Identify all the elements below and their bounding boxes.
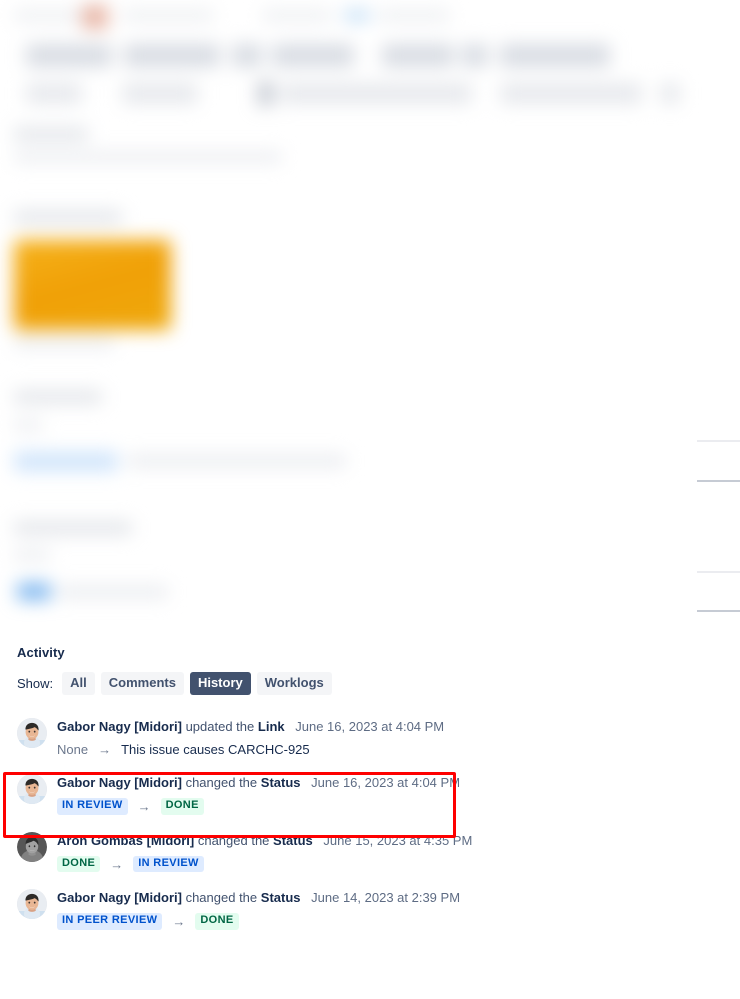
arrow-right-icon: → [137, 799, 151, 815]
history-entry-body: Gabor Nagy [Midori] changed the Status J… [57, 773, 460, 815]
activity-filter-bar: Show: All Comments History Worklogs [0, 672, 740, 696]
history-to-value: This issue causes CARCHC-925 [121, 742, 310, 758]
redacted-issue-header-region [0, 0, 740, 640]
history-field: Status [260, 890, 301, 906]
history-actor: Gabor Nagy [Midori] [57, 775, 182, 791]
breadcrumb-placeholder [344, 10, 370, 21]
history-entry-summary: Gabor Nagy [Midori] changed the Status J… [57, 774, 460, 791]
history-verb: changed the [185, 890, 258, 906]
history-entry-body: Aron Gombas [Midori] changed the Status … [57, 831, 472, 873]
history-list: Gabor Nagy [Midori] updated the Link Jun… [0, 709, 740, 938]
history-entry-highlighted[interactable]: Gabor Nagy [Midori] changed the Status J… [0, 765, 740, 823]
section-label-placeholder [14, 211, 122, 223]
body-text-placeholder [14, 550, 50, 560]
arrow-right-icon: → [110, 856, 124, 872]
history-entry-body: Gabor Nagy [Midori] updated the Link Jun… [57, 717, 444, 757]
history-timestamp: June 16, 2023 at 4:04 PM [295, 719, 445, 735]
toolbar-icon-placeholder [258, 81, 273, 106]
issue-title-placeholder [462, 44, 488, 67]
arrow-right-icon: → [98, 742, 112, 758]
history-field: Status [260, 775, 301, 791]
breadcrumb-placeholder [122, 10, 214, 21]
history-verb: changed the [185, 775, 258, 791]
history-entry-change: IN PEER REVIEW → DONE [57, 913, 460, 930]
history-entry-change: None → This issue causes CARCHC-925 [57, 742, 444, 757]
issue-details-side-panel [697, 420, 740, 630]
status-badge-to: IN REVIEW [133, 855, 204, 873]
section-label-placeholder [14, 522, 132, 534]
history-entry-summary: Gabor Nagy [Midori] updated the Link Jun… [57, 718, 444, 735]
section-label-placeholder [14, 391, 102, 403]
history-entry[interactable]: Gabor Nagy [Midori] changed the Status J… [0, 880, 740, 938]
history-field: Link [257, 719, 285, 735]
toolbar-button-placeholder [660, 83, 680, 104]
toolbar-button-placeholder [26, 83, 82, 104]
panel-divider [697, 571, 740, 573]
panel-divider [697, 440, 740, 442]
activity-heading: Activity [17, 645, 65, 660]
status-badge-from: IN PEER REVIEW [57, 913, 163, 930]
toolbar-field-placeholder [280, 83, 472, 104]
issue-key-link-placeholder [14, 452, 118, 471]
arrow-right-icon: → [172, 914, 186, 930]
status-badge-to: DONE [195, 913, 239, 930]
history-entry[interactable]: Gabor Nagy [Midori] updated the Link Jun… [0, 709, 740, 765]
history-entry-change: IN REVIEW → DONE [57, 798, 460, 815]
show-label: Show: [17, 676, 54, 692]
body-text-placeholder [14, 152, 282, 162]
avatar [17, 831, 47, 862]
section-label-placeholder [14, 128, 88, 140]
linked-issue-summary-placeholder [58, 586, 168, 598]
history-timestamp: June 16, 2023 at 4:04 PM [311, 775, 461, 791]
history-actor: Aron Gombas [Midori] [57, 832, 195, 848]
activity-filter-history[interactable]: History [189, 672, 251, 696]
issue-title-placeholder [382, 44, 454, 67]
panel-divider [697, 610, 740, 612]
issue-title-placeholder [272, 44, 354, 67]
history-from-value: None [57, 742, 89, 758]
activity-filter-all[interactable]: All [62, 672, 95, 696]
avatar [17, 774, 47, 805]
history-verb: updated the [185, 719, 255, 735]
breadcrumb-placeholder [262, 10, 332, 21]
history-entry[interactable]: Aron Gombas [Midori] changed the Status … [0, 823, 740, 881]
breadcrumb-placeholder [14, 10, 94, 21]
attachment-caption-placeholder [14, 338, 114, 348]
project-avatar-placeholder [82, 5, 108, 29]
history-actor: Gabor Nagy [Midori] [57, 719, 182, 735]
breadcrumb-placeholder [378, 10, 450, 21]
history-entry-summary: Aron Gombas [Midori] changed the Status … [57, 832, 472, 849]
history-timestamp: June 14, 2023 at 2:39 PM [311, 890, 461, 906]
history-timestamp: June 15, 2023 at 4:35 PM [323, 832, 473, 848]
history-entry-body: Gabor Nagy [Midori] changed the Status J… [57, 888, 460, 930]
history-entry-summary: Gabor Nagy [Midori] changed the Status J… [57, 889, 460, 906]
activity-filter-worklogs[interactable]: Worklogs [256, 672, 332, 696]
issue-title-placeholder [500, 44, 610, 67]
status-badge-to: DONE [160, 798, 204, 815]
issue-title-placeholder [26, 44, 112, 67]
toolbar-field-placeholder [500, 83, 642, 104]
issue-detail-page: Activity Show: All Comments History Work… [0, 0, 740, 999]
avatar [17, 718, 47, 749]
activity-filter-comments[interactable]: Comments [100, 672, 184, 696]
history-field: Status [273, 832, 313, 848]
history-verb: changed the [197, 832, 270, 848]
attachment-thumbnail-placeholder [14, 240, 171, 330]
status-badge-from: IN REVIEW [57, 798, 128, 815]
history-actor: Gabor Nagy [Midori] [57, 890, 182, 906]
status-badge-from: DONE [57, 855, 101, 873]
toolbar-button-placeholder [122, 83, 198, 104]
panel-divider [697, 480, 740, 482]
body-text-placeholder [14, 420, 42, 430]
issue-title-placeholder [124, 44, 220, 67]
issue-title-placeholder [232, 44, 262, 67]
linked-issue-summary-placeholder [128, 455, 346, 467]
avatar [17, 889, 47, 920]
issue-key-link-placeholder [17, 583, 51, 600]
history-entry-change: DONE → IN REVIEW [57, 855, 472, 873]
activity-section: Activity Show: All Comments History Work… [0, 645, 740, 938]
